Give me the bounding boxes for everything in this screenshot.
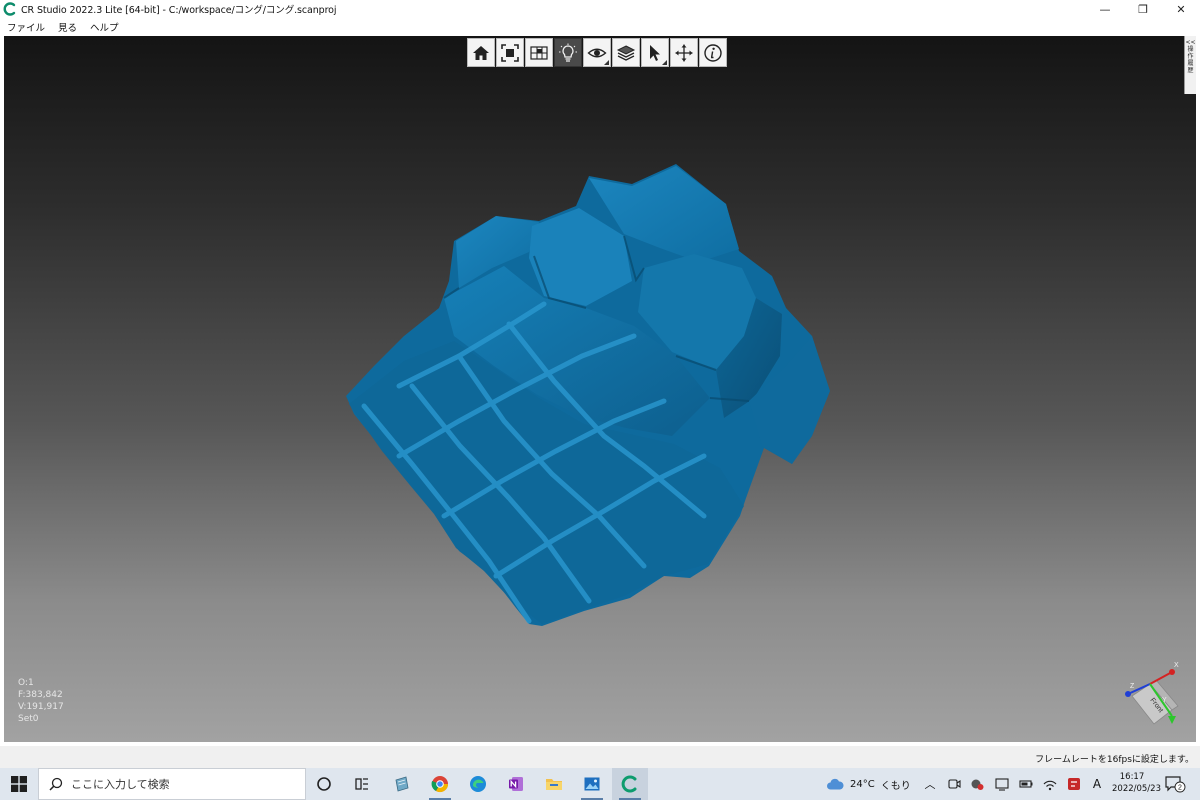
taskbar-search[interactable]	[38, 768, 306, 800]
cr-studio-icon	[621, 775, 637, 793]
notification-icon: 2	[1165, 776, 1186, 793]
gizmo-y-label: Y	[1162, 697, 1167, 704]
taskbar-app-edge[interactable]	[460, 768, 496, 800]
minimize-button[interactable]: —	[1086, 0, 1124, 18]
gizmo-x-label: X	[1174, 662, 1179, 669]
select-tool-button[interactable]	[641, 38, 669, 67]
side-panel-char: 作	[1187, 53, 1194, 60]
status-bar: フレームレートを16fpsに設定します。	[0, 746, 1200, 768]
taskbar-app-notes[interactable]	[384, 768, 420, 800]
orientation-gizmo[interactable]: Front X Z Y	[1106, 654, 1186, 734]
fit-view-button[interactable]	[496, 38, 524, 67]
notification-count: 2	[1178, 785, 1182, 792]
gizmo-y-arrow[interactable]	[1168, 716, 1176, 724]
chevron-up-icon[interactable]: ︿	[918, 776, 942, 792]
status-message: フレームレートを16fpsに設定します。	[1035, 755, 1194, 765]
taskbar-app-chrome[interactable]	[422, 768, 458, 800]
task-view-icon	[355, 778, 368, 790]
notification-center[interactable]: 2	[1164, 768, 1186, 800]
set-name: Set0	[18, 714, 39, 724]
weather-widget[interactable]: 24°C くもり	[826, 768, 911, 800]
move-icon	[675, 44, 693, 61]
antivirus-icon[interactable]	[966, 777, 990, 791]
weather-text: くもり	[880, 780, 911, 792]
move-tool-button[interactable]	[670, 38, 698, 67]
object-count: O:1	[18, 678, 34, 688]
side-panel-char: 履	[1187, 60, 1194, 67]
home-view-button[interactable]	[467, 38, 495, 67]
cr-studio-app-icon	[3, 2, 16, 16]
tray-icons: ︿ A	[918, 768, 1108, 800]
taskbar-app-onenote[interactable]	[498, 768, 534, 800]
taskbar-app-photos[interactable]	[574, 768, 610, 800]
app-tray-red-icon[interactable]	[1062, 777, 1086, 791]
info-button[interactable]	[699, 38, 727, 67]
light-bulb-icon	[559, 43, 577, 62]
gizmo-x-handle[interactable]	[1169, 669, 1175, 675]
view-presets-button[interactable]	[525, 38, 553, 67]
window-title: CR Studio 2022.3 Lite [64-bit] - C:/work…	[21, 5, 337, 16]
info-icon	[704, 43, 722, 62]
task-view-button[interactable]	[344, 768, 380, 800]
wifi-icon[interactable]	[1038, 777, 1062, 791]
edge-icon	[470, 776, 486, 792]
dropdown-corner	[662, 60, 667, 65]
windows-logo-icon	[11, 776, 27, 792]
menu-view[interactable]: 見る	[51, 20, 83, 34]
windows-taskbar: 24°C くもり ︿ A 16:17	[0, 768, 1200, 800]
clock-date: 2022/05/23	[1112, 784, 1161, 794]
side-panel-char: 歴	[1187, 67, 1194, 74]
search-icon	[49, 777, 63, 791]
3d-viewport[interactable]: << 操 作 履 歴 O:1 F:383,842 V:191,917 Set0 …	[4, 36, 1196, 742]
vertex-count: V:191,917	[18, 702, 64, 712]
side-panel-char: 操	[1187, 46, 1194, 53]
taskbar-app-cr-studio[interactable]	[612, 768, 648, 800]
clock[interactable]: 16:17 2022/05/23	[1112, 771, 1161, 795]
search-input[interactable]	[71, 777, 291, 791]
window-controls: — ❐ ✕	[1086, 0, 1200, 18]
fit-view-icon	[501, 43, 519, 62]
weather-temp: 24°C	[850, 778, 875, 790]
battery-icon[interactable]	[1014, 777, 1038, 791]
close-button[interactable]: ✕	[1162, 0, 1200, 18]
lighting-button[interactable]	[554, 38, 582, 67]
start-button[interactable]	[0, 768, 38, 800]
mesh-stats: O:1 F:383,842 V:191,917 Set0	[18, 677, 64, 725]
face-count: F:383,842	[18, 690, 63, 700]
view-presets-icon	[530, 45, 548, 60]
screen-icon[interactable]	[990, 777, 1014, 791]
onenote-icon	[509, 777, 523, 791]
layers-button[interactable]	[612, 38, 640, 67]
restore-button[interactable]: ❐	[1124, 0, 1162, 18]
notes-app-icon	[395, 776, 409, 792]
scanned-mesh-model[interactable]	[4, 36, 1196, 742]
chrome-icon	[431, 776, 449, 793]
menu-bar: ファイル 見る ヘルプ	[0, 18, 1200, 35]
visibility-button[interactable]	[583, 38, 611, 67]
folder-icon	[546, 779, 562, 790]
gizmo-z-label: Z	[1130, 683, 1135, 690]
menu-help[interactable]: ヘルプ	[83, 20, 125, 34]
meet-now-icon[interactable]	[942, 777, 966, 791]
cloud-icon	[827, 778, 844, 790]
title-bar: CR Studio 2022.3 Lite [64-bit] - C:/work…	[0, 0, 1200, 18]
layers-icon	[616, 44, 636, 61]
ime-indicator[interactable]: A	[1086, 777, 1108, 791]
menu-file[interactable]: ファイル	[0, 20, 51, 34]
gizmo-z-handle[interactable]	[1125, 691, 1131, 697]
home-icon	[473, 45, 489, 60]
cortana-circle-icon	[317, 777, 331, 791]
view-toolbar	[467, 38, 727, 67]
side-panel-expand[interactable]: <<	[1185, 39, 1195, 46]
taskbar-app-explorer[interactable]	[536, 768, 572, 800]
photos-icon	[584, 777, 600, 791]
gizmo-x-axis	[1149, 671, 1173, 685]
dropdown-corner	[604, 60, 609, 65]
clock-time: 16:17	[1119, 772, 1145, 782]
cortana-button[interactable]	[306, 768, 342, 800]
history-side-panel[interactable]: << 操 作 履 歴	[1184, 36, 1196, 94]
